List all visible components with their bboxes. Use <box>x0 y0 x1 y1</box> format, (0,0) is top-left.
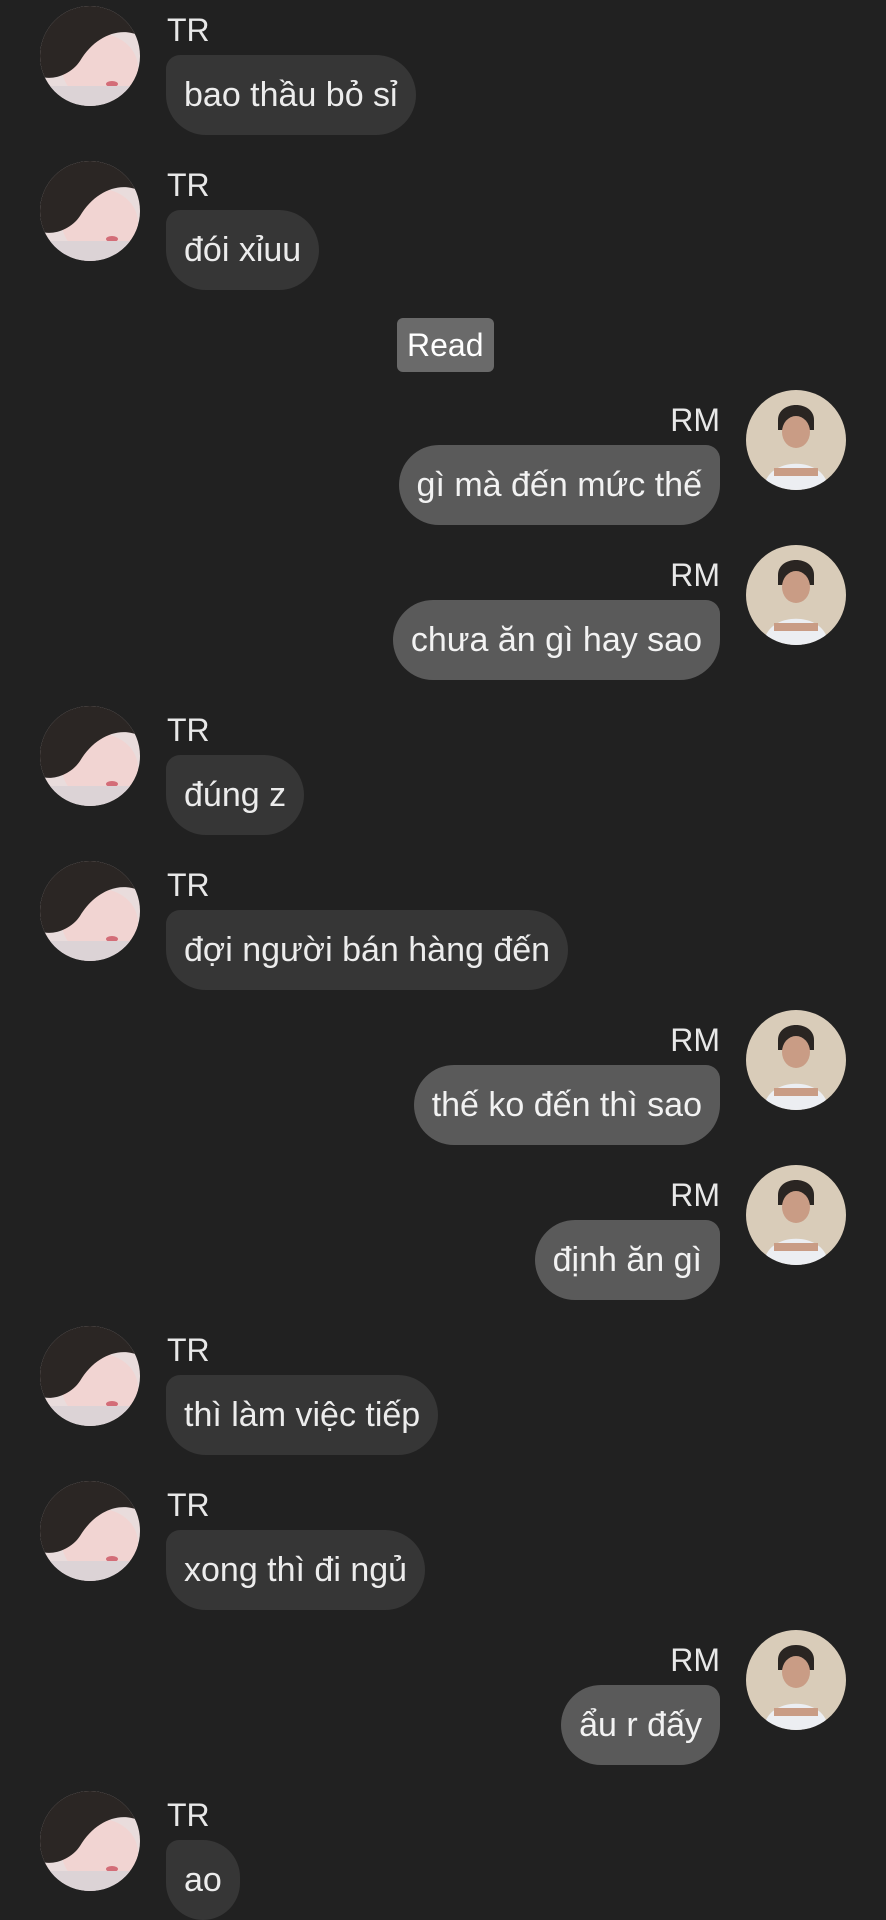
avatar[interactable] <box>40 161 140 261</box>
sender-name: TR <box>167 167 210 203</box>
avatar-image <box>40 6 140 106</box>
avatar-image <box>40 1481 140 1581</box>
sender-name: TR <box>167 712 210 748</box>
sender-name: TR <box>167 1332 210 1368</box>
message-bubble[interactable]: thì làm việc tiếp <box>166 1375 439 1455</box>
sender-name: RM <box>670 1177 720 1213</box>
message-bubble[interactable]: đói xỉuu <box>166 210 320 290</box>
avatar-image <box>40 706 140 806</box>
message-bubble[interactable]: gì mà đến mức thế <box>398 445 720 525</box>
avatar[interactable] <box>40 706 140 806</box>
message-bubble[interactable]: xong thì đi ngủ <box>166 1530 426 1610</box>
read-receipt-label: Read <box>397 318 494 372</box>
avatar[interactable] <box>40 861 140 961</box>
avatar[interactable] <box>40 1326 140 1426</box>
avatar-image <box>746 390 846 490</box>
avatar[interactable] <box>40 6 140 106</box>
message-bubble[interactable]: đợi người bán hàng đến <box>166 910 569 990</box>
chat-thread: TR bao thầu bỏ sỉ TR đói xỉuu Read RM gì… <box>0 0 886 1920</box>
sender-name: RM <box>670 402 720 438</box>
avatar[interactable] <box>746 1630 846 1730</box>
sender-name: TR <box>167 12 210 48</box>
sender-name: RM <box>670 1022 720 1058</box>
avatar[interactable] <box>40 1791 140 1891</box>
avatar-image <box>746 545 846 645</box>
avatar-image <box>40 161 140 261</box>
message-bubble[interactable]: ẩu r đấy <box>561 1685 720 1765</box>
message-bubble[interactable]: thế ko đến thì sao <box>413 1065 720 1145</box>
message-bubble[interactable]: đúng z <box>166 755 305 835</box>
message-bubble[interactable]: chưa ăn gì hay sao <box>392 600 720 680</box>
sender-name: TR <box>167 867 210 903</box>
avatar-image <box>746 1010 846 1110</box>
avatar-image <box>746 1165 846 1265</box>
avatar[interactable] <box>746 390 846 490</box>
sender-name: RM <box>670 1642 720 1678</box>
sender-name: TR <box>167 1797 210 1833</box>
sender-name: RM <box>670 557 720 593</box>
avatar-image <box>746 1630 846 1730</box>
avatar-image <box>40 861 140 961</box>
avatar-image <box>40 1791 140 1891</box>
message-bubble[interactable]: ao <box>166 1840 240 1920</box>
avatar[interactable] <box>746 1165 846 1265</box>
sender-name: TR <box>167 1487 210 1523</box>
avatar-image <box>40 1326 140 1426</box>
message-bubble[interactable]: định ăn gì <box>534 1220 720 1300</box>
message-bubble[interactable]: bao thầu bỏ sỉ <box>166 55 416 135</box>
avatar[interactable] <box>40 1481 140 1581</box>
avatar[interactable] <box>746 1010 846 1110</box>
avatar[interactable] <box>746 545 846 645</box>
